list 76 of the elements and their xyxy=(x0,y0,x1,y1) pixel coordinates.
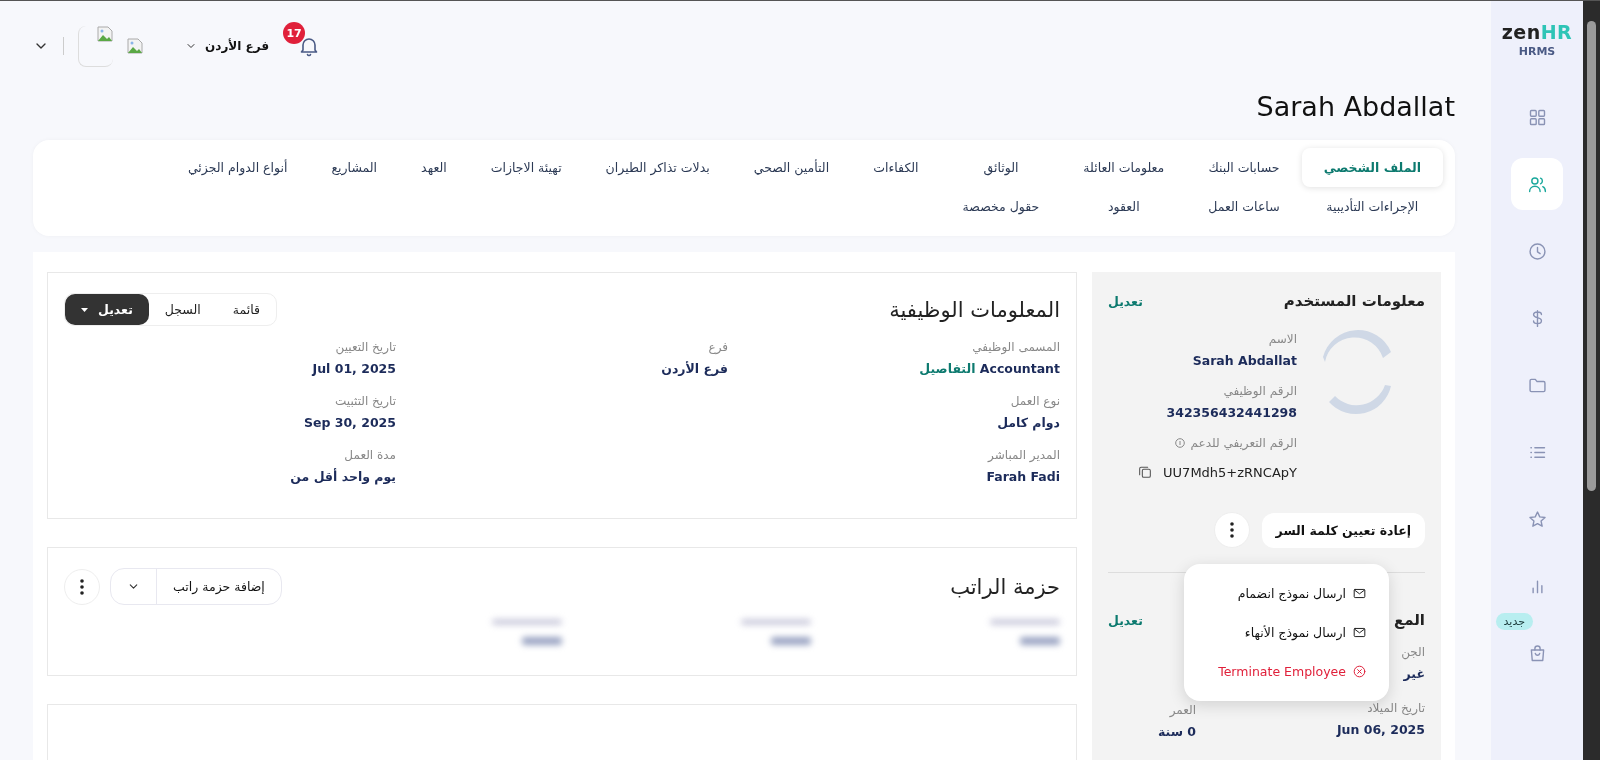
caret-icon xyxy=(81,307,88,312)
kebab-icon xyxy=(80,578,84,595)
field-value: يوم واحد أقل من xyxy=(290,468,396,486)
edit-link[interactable]: تعديل xyxy=(1108,612,1143,628)
clock-icon xyxy=(1526,240,1548,262)
field-label: فرع xyxy=(708,339,728,356)
menu-item[interactable]: ارسال نموذج انضمام xyxy=(1184,574,1389,613)
field-value: Jul 01, 2025 xyxy=(312,360,396,378)
broken-image-icon xyxy=(97,25,113,42)
reset-password-button[interactable]: إعادة تعيين كلمة السر xyxy=(1261,512,1425,548)
tab[interactable]: ساعات العمل xyxy=(1186,187,1302,226)
section-title: معلومات المستخدم xyxy=(1283,292,1425,310)
field-label: الجن xyxy=(1401,644,1425,661)
add-salary-button[interactable]: إضافة حزمة راتب xyxy=(157,569,281,604)
nav-item[interactable] xyxy=(1511,158,1563,210)
field-label: الاسم xyxy=(1268,331,1297,348)
field-value: Jun 06, 2025 xyxy=(1336,721,1425,739)
field-label: المدير المباشر xyxy=(988,447,1060,464)
card-title: المعلومات الوظيفية xyxy=(889,297,1060,322)
tab[interactable]: معلومات العائلة xyxy=(1061,148,1187,187)
more-button[interactable] xyxy=(64,568,100,605)
envelope-icon xyxy=(1352,625,1367,640)
menu-item[interactable]: Terminate Employee xyxy=(1184,652,1389,691)
card-title: حزمة الراتب xyxy=(950,574,1060,599)
tab[interactable]: بدلات تذاكر الطيران xyxy=(583,148,732,187)
edit-button[interactable]: تعديل xyxy=(65,294,149,325)
field-value: Farah Fadi xyxy=(986,468,1060,486)
field-label: الرقم الوظيفي xyxy=(1223,383,1297,400)
field-value: Sarah Abdallat xyxy=(1192,352,1297,370)
tab[interactable]: حقول مخصصة xyxy=(940,187,1062,226)
copy-icon xyxy=(1137,464,1154,480)
cancel-icon xyxy=(1352,664,1367,679)
details-link[interactable]: التفاصيل xyxy=(919,361,976,376)
branch-dropdown[interactable]: فرع الأردن xyxy=(179,38,276,54)
field-label: الرقم التعريفي للدعم xyxy=(1190,435,1297,452)
scrollbar[interactable] xyxy=(1583,1,1600,760)
field-label: مدة العمل xyxy=(344,447,396,464)
field-label: المسمى الوظيفي xyxy=(972,339,1060,356)
kebab-icon xyxy=(1229,522,1234,538)
tab[interactable]: الإجراءات التأديبية xyxy=(1301,187,1443,226)
tab[interactable]: الملف الشخصي xyxy=(1301,148,1443,187)
star-icon xyxy=(1526,508,1548,530)
tab[interactable]: حسابات البنك xyxy=(1186,148,1302,187)
employee-name: Sarah Abdallat xyxy=(1256,91,1455,122)
new-badge: جديد xyxy=(1495,613,1533,630)
field-label: نوع العمل xyxy=(1010,393,1060,410)
menu-item[interactable]: ارسال نموذج الأنهاء xyxy=(1184,613,1389,652)
field-value: 0 سنة xyxy=(1158,723,1197,741)
field-label: تاريخ الميلاد xyxy=(1367,700,1425,717)
envelope-icon xyxy=(1352,586,1367,601)
field-value: دوام كامل xyxy=(997,414,1060,432)
notification-count: 17 xyxy=(283,22,306,44)
logo: zenHR xyxy=(1501,21,1573,43)
view-tab[interactable]: قائمة xyxy=(216,294,276,325)
support-id: UU7Mdh5+zRNCApY xyxy=(1163,464,1297,480)
field-value: فرع الأردن xyxy=(661,360,728,378)
section-title: المع xyxy=(1393,611,1425,629)
tab[interactable]: الوثائق xyxy=(940,148,1062,187)
field-label: العمر xyxy=(1169,702,1197,719)
tab[interactable]: المشاريع xyxy=(309,148,400,187)
logo-subtitle: HRMS xyxy=(1518,45,1556,58)
info-icon xyxy=(1174,438,1185,448)
view-tab[interactable]: السجل xyxy=(148,294,217,325)
tab[interactable]: الكفاءات xyxy=(851,148,941,187)
field-label: تاريخ التعيين xyxy=(335,339,396,356)
tab[interactable]: تهيئة الاجازات xyxy=(468,148,584,187)
edit-link[interactable]: تعديل xyxy=(1108,293,1143,309)
field-value: 342356432441298 xyxy=(1166,404,1297,422)
field-value: Sep 30, 2025 xyxy=(303,414,396,432)
broken-image-icon xyxy=(127,38,143,54)
tab[interactable]: أنواع الدوام الجزئي xyxy=(165,148,310,187)
field-value: غير xyxy=(1403,665,1425,683)
tab[interactable]: العهد xyxy=(399,148,469,187)
tab[interactable]: التأمين الصحي xyxy=(731,148,852,187)
field-label: تاريخ التثبيت xyxy=(335,393,396,410)
tab[interactable]: العقود xyxy=(1061,187,1187,226)
